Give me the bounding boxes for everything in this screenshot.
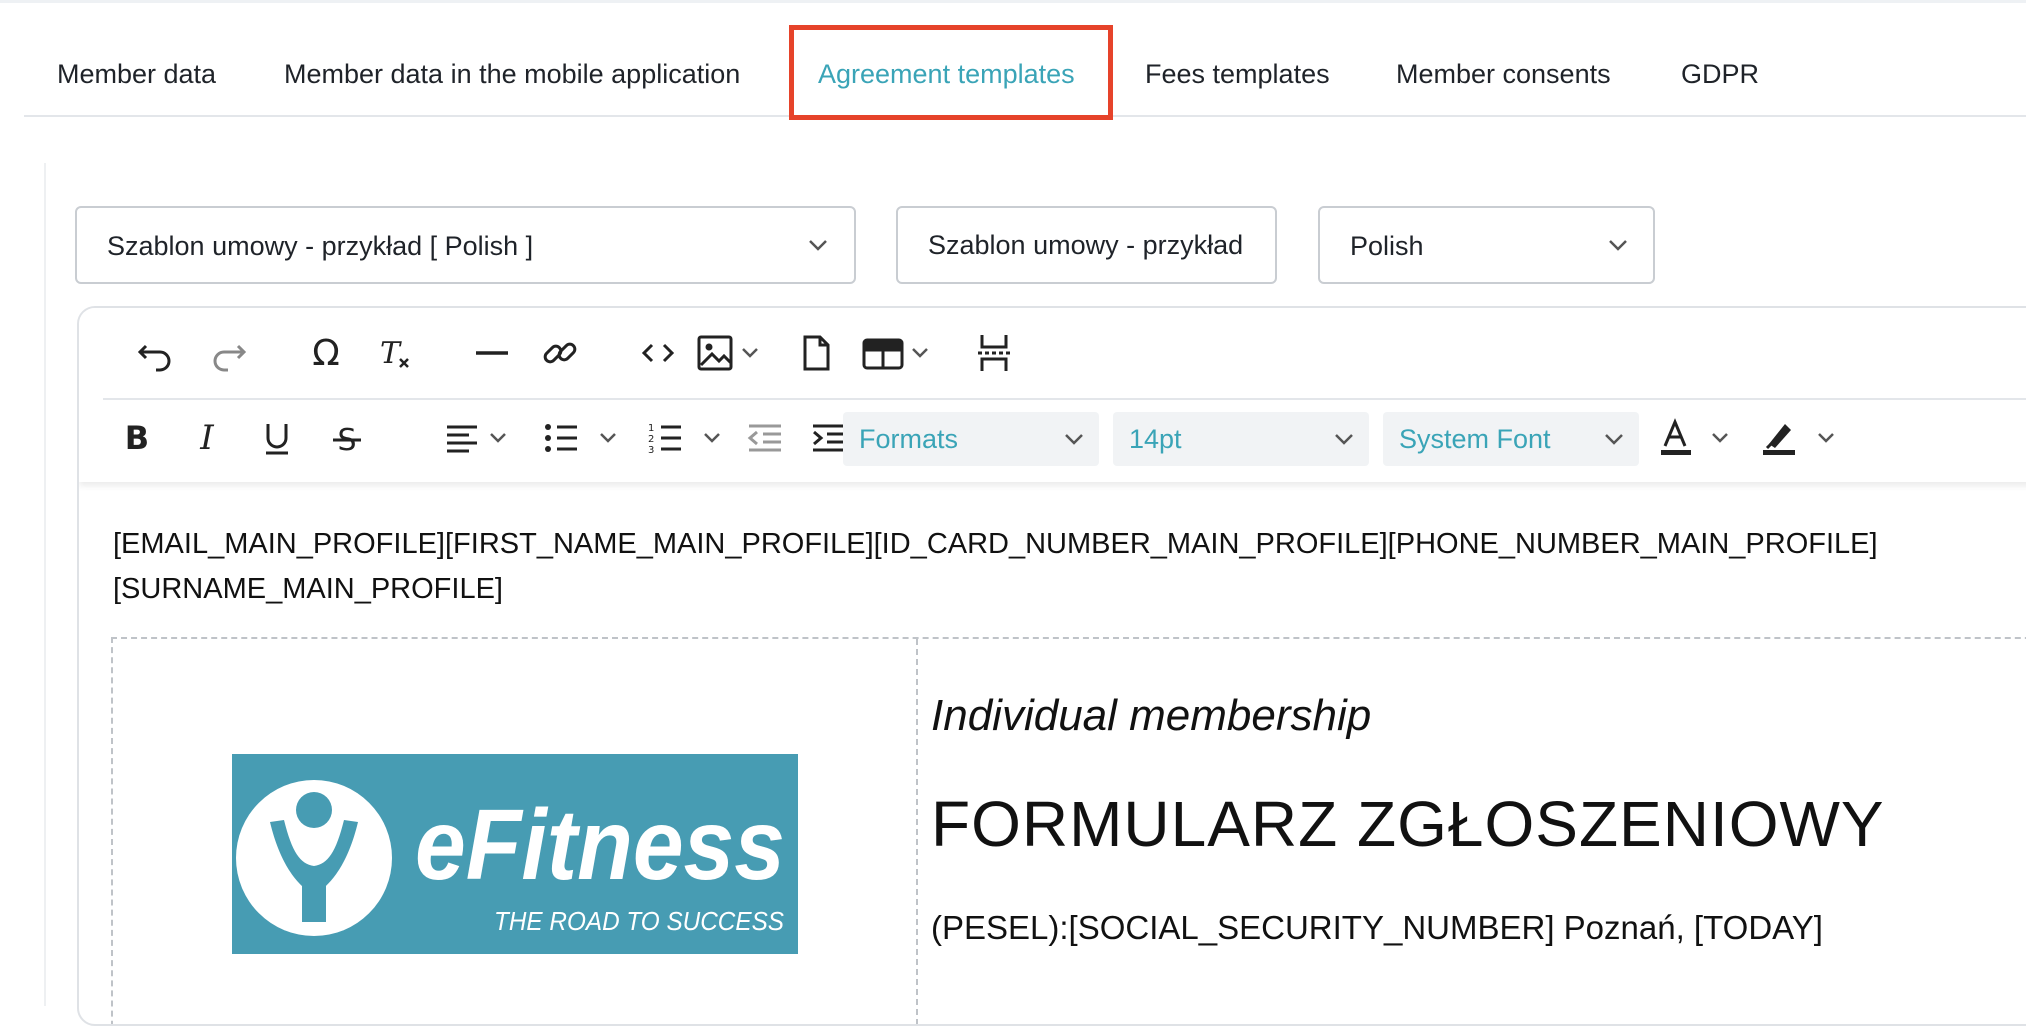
horizontal-line-icon[interactable] bbox=[469, 325, 515, 381]
svg-text:THE ROAD TO SUCCESS: THE ROAD TO SUCCESS bbox=[494, 906, 785, 936]
chevron-down-icon bbox=[809, 240, 827, 251]
svg-text:I: I bbox=[199, 418, 214, 458]
editor-toolbar: Ω T B I S 1 2 3 Formats 14pt System Font bbox=[79, 308, 2026, 482]
tab-gdpr[interactable]: GDPR bbox=[1681, 28, 1759, 115]
language-select[interactable]: Polish bbox=[1318, 206, 1655, 284]
strikethrough-icon[interactable]: S bbox=[327, 410, 367, 466]
document-pesel-line: (PESEL):[SOCIAL_SECURITY_NUMBER] Poznań,… bbox=[931, 909, 1823, 946]
table-icon[interactable] bbox=[861, 325, 941, 381]
clear-formatting-icon[interactable]: T bbox=[373, 325, 419, 381]
placeholder-fields: [EMAIL_MAIN_PROFILE][FIRST_NAME_MAIN_PRO… bbox=[113, 522, 2026, 612]
document-header-table: eFitness THE ROAD TO SUCCESS Individual … bbox=[111, 637, 2026, 1024]
text-color-icon[interactable] bbox=[1657, 410, 1743, 466]
placeholders-line-2: [SURNAME_MAIN_PROFILE] bbox=[113, 573, 503, 605]
rich-text-editor: Ω T B I S 1 2 3 Formats 14pt System Font… bbox=[77, 306, 2026, 1026]
template-select[interactable]: Szablon umowy - przykład [ Polish ] bbox=[75, 206, 856, 284]
efitness-logo: eFitness THE ROAD TO SUCCESS bbox=[232, 754, 798, 954]
special-character-icon[interactable]: Ω bbox=[303, 325, 349, 381]
language-select-value: Polish bbox=[1350, 231, 1424, 261]
svg-text:T: T bbox=[380, 336, 402, 371]
svg-text:B: B bbox=[125, 419, 149, 457]
font-size-dropdown[interactable]: 14pt bbox=[1113, 412, 1369, 466]
tab-member-consents[interactable]: Member consents bbox=[1396, 28, 1611, 115]
outdent-icon[interactable] bbox=[743, 410, 787, 466]
page-break-icon[interactable] bbox=[971, 325, 1017, 381]
svg-text:2: 2 bbox=[648, 434, 654, 445]
document-title: FORMULARZ ZGŁOSZENIOWY bbox=[931, 788, 1885, 860]
font-size-label: 14pt bbox=[1129, 424, 1182, 454]
chevron-down-icon bbox=[1609, 240, 1627, 251]
highlight-color-icon[interactable] bbox=[1759, 410, 1845, 466]
active-tab-highlight bbox=[789, 25, 1113, 120]
svg-text:eFitness: eFitness bbox=[415, 789, 785, 901]
tab-member-data-mobile[interactable]: Member data in the mobile application bbox=[284, 28, 740, 115]
chevron-down-icon bbox=[1605, 434, 1623, 445]
formats-dropdown[interactable]: Formats bbox=[843, 412, 1099, 466]
source-code-icon[interactable] bbox=[635, 325, 681, 381]
toolbar-row-1: Ω T bbox=[103, 308, 2026, 400]
italic-icon[interactable]: I bbox=[187, 410, 227, 466]
numbered-list-icon[interactable]: 123 bbox=[645, 410, 729, 466]
top-border bbox=[0, 0, 2026, 3]
template-name-input[interactable] bbox=[896, 206, 1277, 284]
toolbar-row-2: B I S 123 Formats 14pt System Font bbox=[103, 400, 2026, 480]
placeholders-line-1: [EMAIL_MAIN_PROFILE][FIRST_NAME_MAIN_PRO… bbox=[113, 528, 1878, 560]
template-select-value: Szablon umowy - przykład [ Polish ] bbox=[107, 231, 534, 261]
bullet-list-icon[interactable] bbox=[541, 410, 625, 466]
font-family-dropdown[interactable]: System Font bbox=[1383, 412, 1639, 466]
link-icon[interactable] bbox=[537, 325, 583, 381]
svg-text:1: 1 bbox=[648, 423, 654, 434]
tab-fees-templates[interactable]: Fees templates bbox=[1145, 28, 1330, 115]
redo-icon[interactable] bbox=[207, 325, 251, 381]
bold-icon[interactable]: B bbox=[117, 410, 157, 466]
new-document-icon[interactable] bbox=[793, 325, 839, 381]
underline-icon[interactable] bbox=[257, 410, 297, 466]
image-icon[interactable] bbox=[695, 325, 775, 381]
document-subtitle: Individual membership bbox=[931, 691, 1372, 740]
undo-icon[interactable] bbox=[133, 325, 177, 381]
tab-member-data[interactable]: Member data bbox=[57, 28, 216, 115]
table-cell-divider bbox=[916, 639, 918, 1024]
formats-label: Formats bbox=[859, 424, 959, 454]
svg-text:Ω: Ω bbox=[312, 333, 340, 373]
font-family-label: System Font bbox=[1399, 424, 1551, 454]
svg-text:3: 3 bbox=[648, 445, 654, 456]
align-left-icon[interactable] bbox=[443, 410, 519, 466]
chevron-down-icon bbox=[1065, 434, 1083, 445]
chevron-down-icon bbox=[1335, 434, 1353, 445]
